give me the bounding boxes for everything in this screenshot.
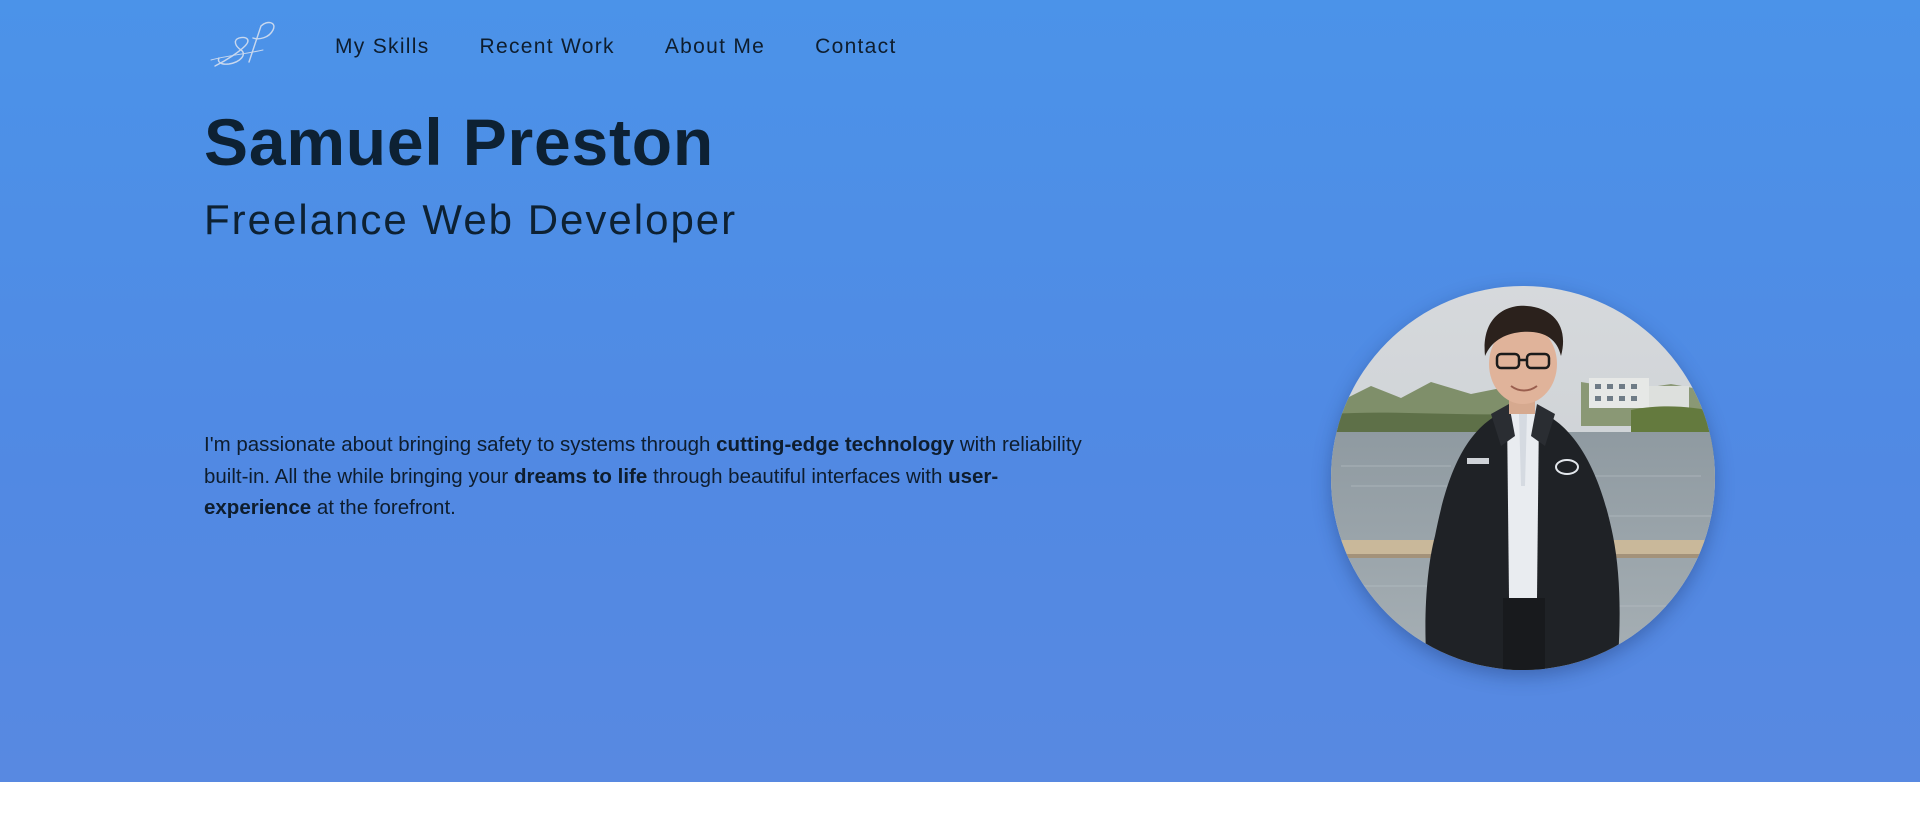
hero-section: My Skills Recent Work About Me Contact S…: [0, 0, 1920, 782]
page-title: Samuel Preston: [204, 105, 715, 179]
intro-text: I'm passionate about bringing safety to …: [204, 433, 717, 456]
intro-text: at the forefront.: [311, 496, 456, 519]
nav-about-me[interactable]: About Me: [665, 35, 765, 59]
intro-highlight: dreams to life: [513, 464, 648, 488]
intro-text: through beautiful interfaces with: [647, 464, 949, 488]
nav-contact[interactable]: Contact: [815, 35, 896, 59]
below-hero-area: [0, 782, 1920, 815]
intro-paragraph: I'm passionate about bringing safety to …: [204, 429, 1104, 524]
nav-recent-work[interactable]: Recent Work: [480, 35, 615, 59]
nav-my-skills[interactable]: My Skills: [335, 35, 430, 59]
page-subtitle: Freelance Web Developer: [204, 196, 738, 243]
profile-photo: [1331, 286, 1715, 670]
signature-logo[interactable]: [205, 16, 281, 72]
main-nav: My Skills Recent Work About Me Contact: [335, 32, 947, 62]
intro-highlight: cutting-edge technology: [716, 433, 955, 456]
